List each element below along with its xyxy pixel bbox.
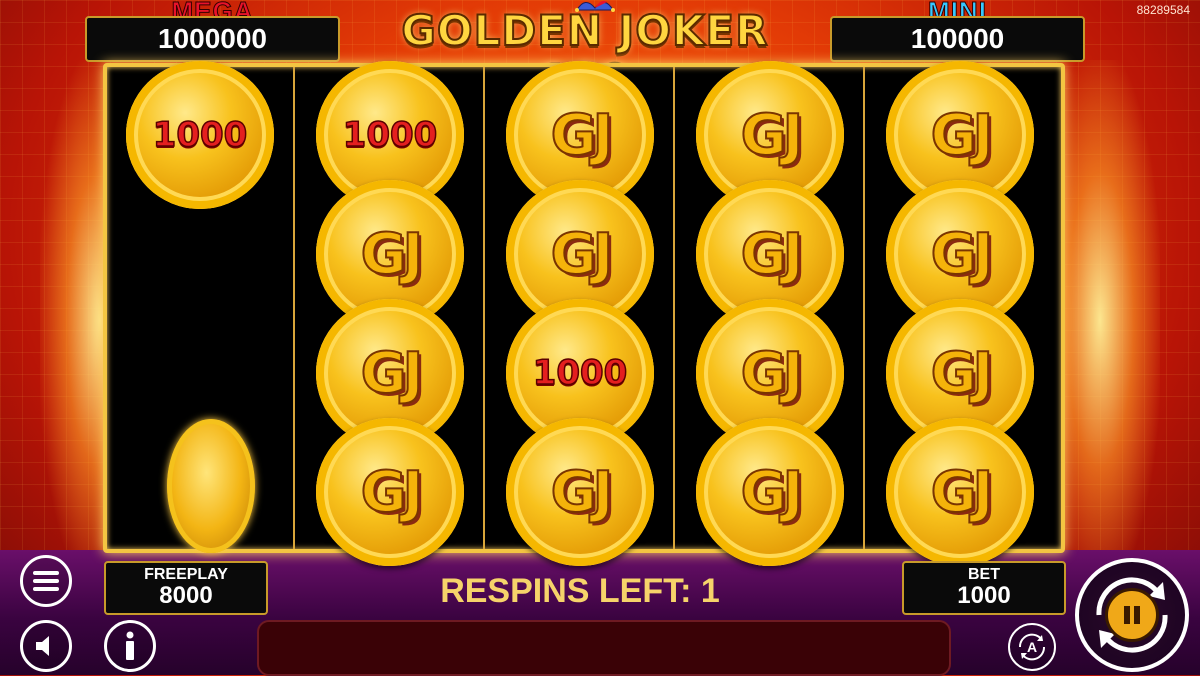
coin-logo-text: GJ	[550, 459, 615, 526]
spinning-coin	[167, 419, 255, 553]
coin-logo-text: GJ	[550, 221, 615, 288]
coin-logo-text: GJ	[740, 340, 805, 407]
pause-button[interactable]	[1105, 588, 1159, 642]
reel-4: GJ GJ GJ GJ	[677, 61, 865, 566]
gj-coin-symbol: GJ	[506, 418, 654, 566]
speaker-icon	[36, 636, 49, 656]
autoplay-label: A	[1027, 639, 1037, 655]
coin-value-text: 1000	[152, 114, 248, 156]
reel-separator	[673, 67, 675, 549]
mini-jackpot: MINI 100000	[830, 0, 1085, 62]
coin-logo-text: GJ	[930, 459, 995, 526]
coin-logo-text: GJ	[360, 221, 425, 288]
gj-coin-symbol: GJ	[316, 418, 464, 566]
coin-logo-text: GJ	[550, 102, 615, 169]
spin-button[interactable]	[1075, 558, 1189, 672]
respins-counter: RESPINS LEFT: 1	[440, 572, 720, 610]
reel-area: 1000 1000 GJ GJ GJ GJ GJ 1000 GJ GJ GJ GJ GJ GJ GJ GJ GJ	[103, 61, 1065, 566]
coin-logo-text: GJ	[740, 102, 805, 169]
bet-value: 1000	[957, 582, 1011, 609]
coin-logo-text: GJ	[360, 459, 425, 526]
reel-3: GJ GJ 1000 GJ	[487, 61, 675, 566]
reel-separator	[863, 67, 865, 549]
mega-jackpot: MEGA 1000000	[85, 0, 340, 62]
coin-logo-text: GJ	[930, 221, 995, 288]
pause-icon	[1124, 606, 1140, 624]
autoplay-icon: A	[1018, 633, 1046, 661]
bet-display[interactable]: BET 1000	[902, 561, 1066, 615]
jester-hat-icon	[575, 0, 615, 12]
reel-2: 1000 GJ GJ GJ	[297, 61, 485, 566]
coin-logo-text: GJ	[930, 340, 995, 407]
game-logo: GOLDEN JOKER 100	[360, 0, 810, 105]
coin-logo-text: GJ	[930, 102, 995, 169]
gj-coin-symbol: GJ	[886, 418, 1034, 566]
reel-5: GJ GJ GJ GJ	[867, 61, 1055, 566]
info-button[interactable]	[104, 620, 156, 672]
autoplay-button[interactable]: A	[1008, 623, 1056, 671]
bet-label: BET	[968, 566, 1000, 583]
value-coin-symbol: 1000	[126, 61, 274, 209]
coin-logo-text: GJ	[740, 459, 805, 526]
freeplay-display: FREEPLAY 8000	[104, 561, 268, 615]
freeplay-label: FREEPLAY	[144, 566, 228, 583]
info-icon	[126, 631, 134, 660]
hamburger-menu-icon	[33, 571, 59, 591]
coin-value-text: 1000	[342, 114, 438, 156]
reel-separator	[483, 67, 485, 549]
reel-separator	[293, 67, 295, 549]
game-id: 88289584	[1136, 3, 1190, 17]
coin-value-text: 1000	[532, 352, 628, 394]
reel-1: 1000	[107, 61, 295, 553]
sound-button[interactable]	[20, 620, 72, 672]
gj-coin-symbol: GJ	[696, 418, 844, 566]
mini-jackpot-value: 100000	[830, 16, 1085, 62]
freeplay-value: 8000	[159, 582, 213, 609]
menu-button[interactable]	[20, 555, 72, 607]
mega-jackpot-value: 1000000	[85, 16, 340, 62]
coin-logo-text: GJ	[360, 340, 425, 407]
message-bar	[257, 620, 951, 676]
coin-logo-text: GJ	[740, 221, 805, 288]
